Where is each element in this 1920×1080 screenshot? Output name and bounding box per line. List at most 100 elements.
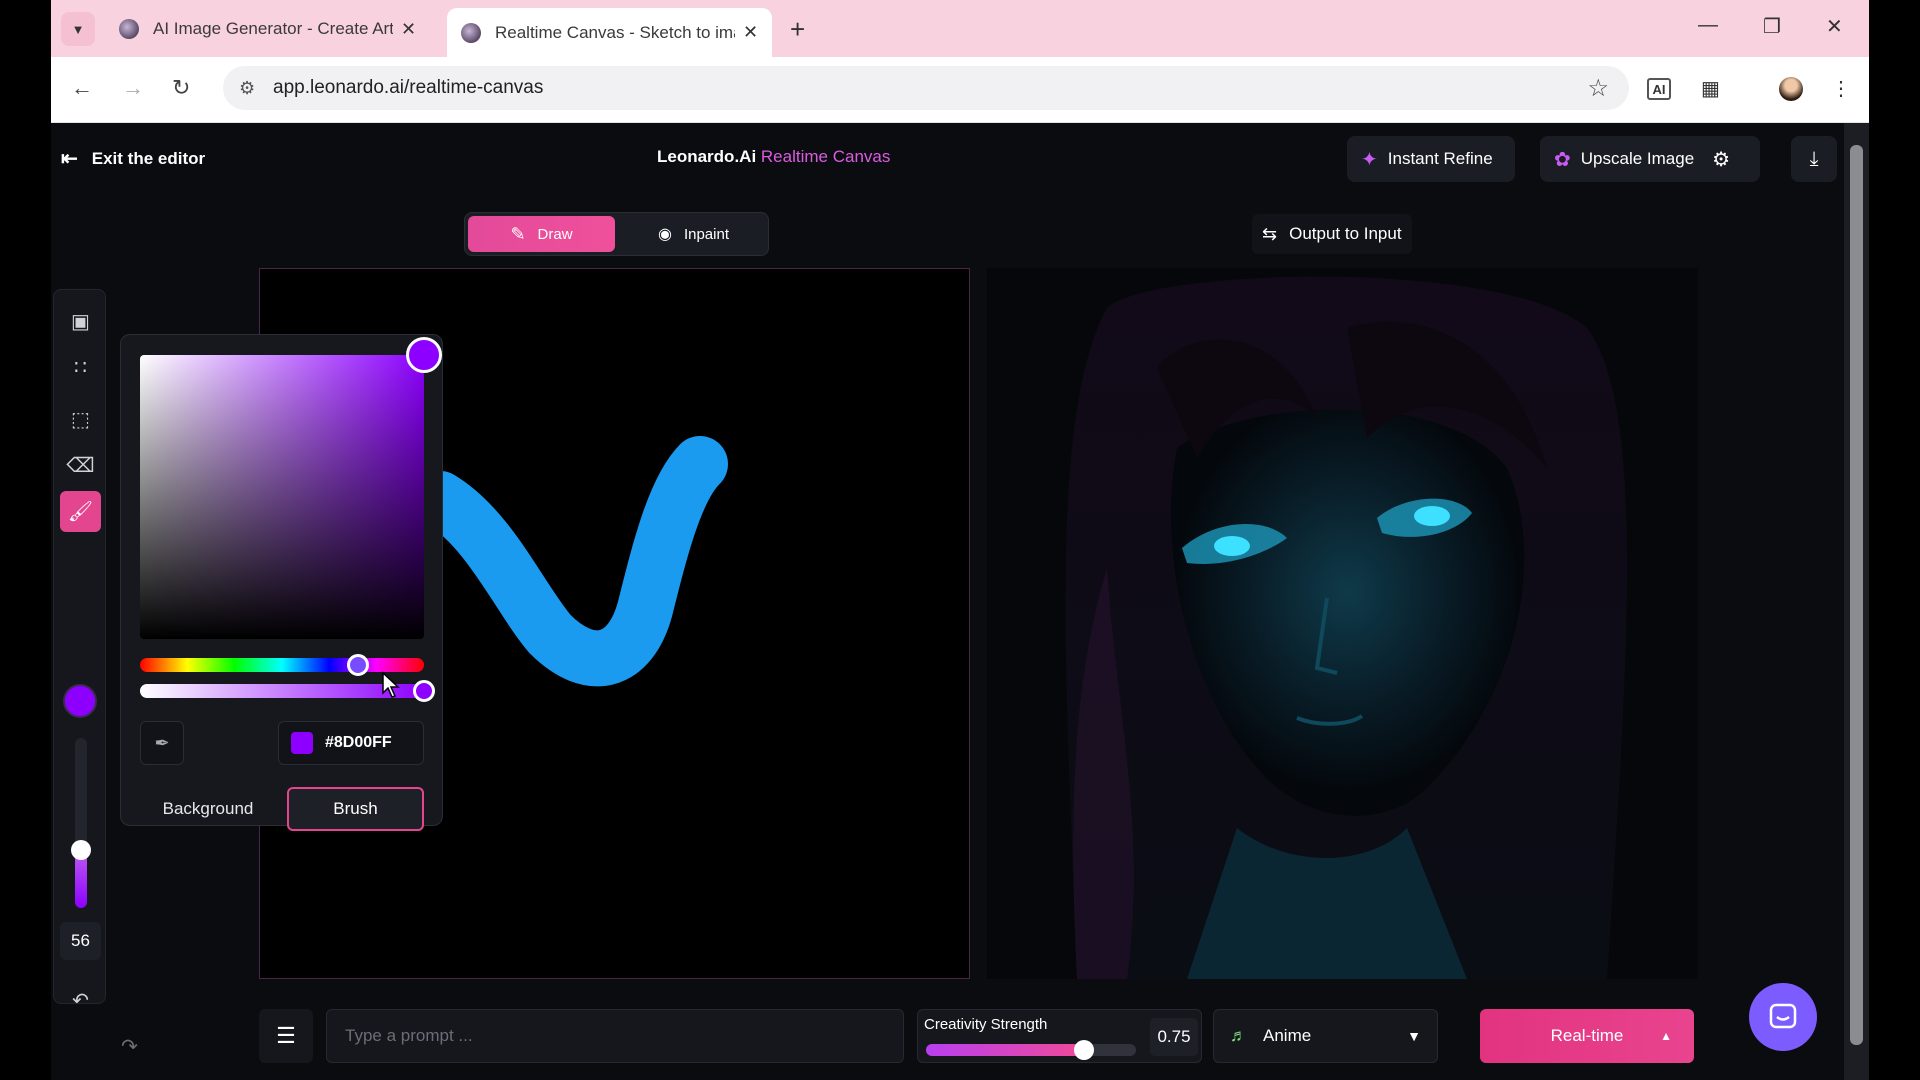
tab-strip: ▼ AI Image Generator - Create Art ✕ Real… bbox=[51, 0, 1869, 57]
image-icon: ▣ bbox=[71, 311, 90, 333]
tab-realtime-canvas[interactable]: Realtime Canvas - Sketch to image ✕ bbox=[447, 8, 773, 57]
exit-editor-label: Exit the editor bbox=[91, 148, 206, 168]
style-dropdown[interactable]: ♬ Anime ▼ bbox=[1213, 1009, 1438, 1063]
hex-color-value: #8D00FF bbox=[325, 734, 392, 751]
eraser-icon: ⌫ bbox=[66, 455, 95, 477]
creativity-strength-value[interactable]: 0.75 bbox=[1150, 1018, 1198, 1056]
hue-slider-handle[interactable] bbox=[347, 654, 369, 676]
close-icon[interactable]: ✕ bbox=[401, 19, 416, 40]
saturation-value-area[interactable] bbox=[140, 355, 424, 639]
inpaint-mode-button[interactable]: ◉ Inpaint bbox=[620, 216, 767, 252]
opacity-slider-handle[interactable] bbox=[413, 680, 435, 702]
close-icon[interactable]: ✕ bbox=[743, 22, 758, 43]
redo-button[interactable]: ↷ bbox=[109, 1026, 150, 1067]
anime-portrait-image bbox=[987, 268, 1698, 979]
palette-icon: ◉ bbox=[657, 226, 672, 243]
brand-name: Leonardo.Ai bbox=[657, 147, 757, 166]
page-scrollbar[interactable] bbox=[1844, 123, 1869, 1080]
page-title: Leonardo.Ai Realtime Canvas bbox=[657, 147, 890, 167]
chevron-down-icon: ▼ bbox=[71, 21, 85, 37]
eyedropper-icon: ✒ bbox=[154, 732, 170, 753]
ai-extension-icon[interactable]: AI bbox=[1647, 78, 1671, 100]
caret-up-icon[interactable]: ▲ bbox=[1660, 1029, 1672, 1043]
brush-icon: 🖌 bbox=[67, 501, 94, 523]
exit-editor-button[interactable]: ⇤ Exit the editor bbox=[61, 146, 205, 171]
tab-title: AI Image Generator - Create Art bbox=[153, 19, 393, 38]
pen-icon: ✎ bbox=[510, 223, 526, 244]
scrollbar-thumb[interactable] bbox=[1850, 145, 1863, 1045]
leonardo-favicon-icon bbox=[119, 19, 139, 39]
tab-ai-image-generator[interactable]: AI Image Generator - Create Art ✕ bbox=[105, 8, 430, 50]
mouse-cursor-icon bbox=[382, 671, 400, 698]
forward-icon[interactable]: → bbox=[122, 75, 144, 101]
creativity-slider-fill bbox=[926, 1044, 1084, 1056]
style-selected-label: Anime bbox=[1263, 1026, 1312, 1045]
upscale-image-label: Upscale Image bbox=[1580, 149, 1695, 168]
grid-icon: ∷ bbox=[74, 357, 87, 379]
brush-color-swatch[interactable] bbox=[63, 684, 97, 718]
brush-stroke bbox=[412, 436, 728, 687]
chevron-down-icon: ▼ bbox=[1407, 1028, 1421, 1044]
gear-icon[interactable]: ⚙ bbox=[1712, 147, 1730, 172]
grid-tool[interactable]: ∷ bbox=[60, 347, 101, 388]
hex-color-swatch bbox=[291, 732, 313, 754]
leonardo-favicon-icon bbox=[461, 22, 481, 43]
sliders-icon: ☰ bbox=[276, 1023, 296, 1048]
creativity-strength-label: Creativity Strength bbox=[924, 1016, 1048, 1033]
bookmark-star-icon[interactable]: ☆ bbox=[1587, 74, 1609, 103]
kebab-menu-icon[interactable]: ⋮ bbox=[1831, 76, 1851, 101]
image-tool[interactable]: ▣ bbox=[60, 301, 101, 342]
redo-icon: ↷ bbox=[121, 1036, 138, 1058]
new-tab-button[interactable]: + bbox=[790, 14, 805, 45]
instant-refine-label: Instant Refine bbox=[1387, 149, 1493, 168]
creativity-slider-handle[interactable] bbox=[1073, 1040, 1094, 1060]
eraser-tool[interactable]: ⌫ bbox=[60, 445, 101, 486]
output-image bbox=[987, 268, 1698, 979]
prompt-input[interactable] bbox=[326, 1009, 904, 1063]
brand-product: Realtime Canvas bbox=[760, 147, 891, 166]
address-bar[interactable]: ⚙ app.leonardo.ai/realtime-canvas ☆ bbox=[223, 66, 1629, 110]
hex-color-field[interactable]: #8D00FF bbox=[278, 721, 424, 765]
generation-settings-button[interactable]: ☰ bbox=[259, 1009, 313, 1063]
download-button[interactable]: ⤓ bbox=[1791, 136, 1837, 182]
color-picker-popup: ✒ #8D00FF Background Brush bbox=[120, 334, 443, 831]
close-window-icon[interactable]: ✕ bbox=[1826, 14, 1843, 39]
canvas-toolbar: ▣ ∷ ⬚ ⌫ 🖌 56 ↶ bbox=[53, 289, 106, 1012]
upscale-icon: ✿ bbox=[1554, 148, 1571, 171]
brush-size-value[interactable]: 56 bbox=[60, 922, 101, 960]
reload-icon[interactable]: ↻ bbox=[172, 75, 190, 101]
mode-toggle: ✎ Draw ◉ Inpaint bbox=[464, 212, 769, 256]
site-settings-icon[interactable]: ⚙ bbox=[239, 78, 255, 99]
output-to-input-button[interactable]: ⇆ Output to Input bbox=[1252, 214, 1412, 254]
browser-window: ▼ AI Image Generator - Create Art ✕ Real… bbox=[51, 0, 1869, 1080]
screen-frame-left bbox=[0, 0, 51, 1080]
tab-search-button[interactable]: ▼ bbox=[61, 12, 95, 46]
chat-icon bbox=[1769, 1003, 1797, 1029]
restore-icon[interactable]: ❐ bbox=[1763, 14, 1781, 39]
back-icon[interactable]: ← bbox=[71, 75, 93, 101]
hue-slider[interactable] bbox=[140, 658, 424, 672]
background-target-button[interactable]: Background bbox=[140, 787, 276, 831]
brush-tool[interactable]: 🖌 bbox=[60, 491, 101, 532]
draw-mode-button[interactable]: ✎ Draw bbox=[468, 216, 615, 252]
undo-icon: ↶ bbox=[72, 990, 89, 1012]
realtime-label: Real-time bbox=[1550, 1026, 1624, 1045]
select-tool[interactable]: ⬚ bbox=[60, 399, 101, 440]
realtime-generate-button[interactable]: Real-time ▲ bbox=[1480, 1009, 1694, 1063]
guitar-icon: ♬ bbox=[1230, 1026, 1247, 1045]
extensions-puzzle-icon[interactable]: ▦ bbox=[1701, 76, 1720, 101]
undo-button[interactable]: ↶ bbox=[60, 980, 101, 1021]
saturation-value-handle[interactable] bbox=[406, 337, 442, 373]
minimize-icon[interactable]: — bbox=[1698, 14, 1718, 37]
clear-canvas-button[interactable]: 🗑 bbox=[109, 1072, 150, 1080]
tab-title: Realtime Canvas - Sketch to image bbox=[495, 22, 735, 42]
eyedropper-button[interactable]: ✒ bbox=[140, 721, 184, 765]
brush-target-button[interactable]: Brush bbox=[287, 787, 424, 831]
upscale-image-button[interactable]: ✿ Upscale Image ⚙ bbox=[1540, 136, 1760, 182]
url-text: app.leonardo.ai/realtime-canvas bbox=[273, 77, 544, 98]
support-chat-button[interactable] bbox=[1749, 983, 1817, 1051]
profile-avatar[interactable] bbox=[1779, 77, 1803, 101]
output-to-input-label: Output to Input bbox=[1289, 224, 1402, 243]
instant-refine-button[interactable]: ✦ Instant Refine bbox=[1347, 136, 1515, 182]
brush-size-handle[interactable] bbox=[71, 840, 91, 860]
